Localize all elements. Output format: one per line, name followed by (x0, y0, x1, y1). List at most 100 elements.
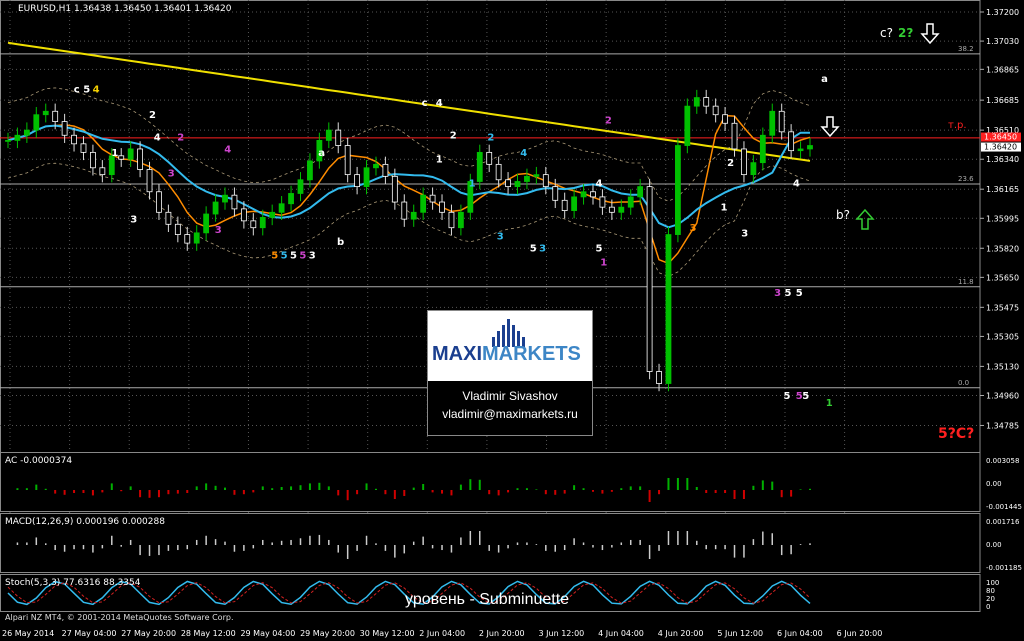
candle-body (174, 223, 181, 235)
indicator-tick-label: 0.003058 (986, 457, 1019, 465)
indicator-tick-label: -0.001185 (986, 564, 1022, 572)
wave-label: 3 (690, 223, 697, 234)
candle-body (52, 110, 59, 122)
wave-label: a (821, 74, 828, 85)
candle-body (193, 232, 200, 244)
time-tick-label: 5 Jun 12:00 (717, 629, 763, 638)
price-tick-label: 1.35820 (986, 244, 1019, 253)
candle-body (439, 201, 445, 213)
wave-label: 2 (177, 132, 184, 143)
candle-body (14, 134, 21, 141)
price-tick-label: 1.34960 (986, 392, 1019, 401)
resistance-label: т.р. (948, 120, 967, 131)
candle-body (552, 186, 559, 201)
wave-label: 1 (721, 203, 728, 214)
candle-body (712, 105, 719, 116)
indicator-tick-label: 20 (986, 595, 995, 603)
candle-body (759, 134, 766, 164)
ohlc-values: 1.36438 1.36450 1.36401 1.36420 (74, 4, 232, 14)
wave-label: 5 (802, 391, 809, 402)
symbol-label: EURUSD,H1 (18, 4, 72, 14)
candle-body (288, 193, 294, 205)
indicator-tick-label: 100 (986, 579, 999, 587)
candle-body (71, 134, 77, 145)
wave-label: b (337, 237, 344, 248)
indicator-tick-label: -0.001445 (986, 503, 1022, 511)
wave-label: 5 (796, 288, 803, 299)
down-arrow-icon (920, 23, 940, 45)
forecast-label: 2? (898, 26, 913, 40)
wave-label: 1 (436, 155, 443, 166)
stoch-header: Stoch(5,3,3) 77.6316 88.3354 (5, 578, 141, 588)
candle-body (90, 151, 96, 169)
candle-body (250, 220, 257, 229)
candle-body (184, 234, 191, 244)
candle-body (382, 163, 389, 177)
price-tick-label: 1.34785 (986, 421, 1019, 430)
candle-body (61, 121, 68, 136)
candle-body (410, 211, 417, 220)
candle-body (297, 179, 304, 194)
wave-label: 2 (450, 131, 457, 142)
candle-body (684, 105, 691, 146)
time-axis: 26 May 2014 27 May 04:00 27 May 20:00 28 Ma… (2, 629, 882, 638)
wave-label: 3 (309, 251, 316, 262)
candles (5, 89, 813, 392)
candle-body (344, 145, 351, 176)
price-tick-label: 1.35995 (986, 214, 1019, 223)
time-tick-label: 29 May 20:00 (300, 629, 355, 638)
candle-body (156, 191, 162, 213)
time-tick-label: 6 Jun 04:00 (777, 629, 823, 638)
candle-body (420, 194, 427, 213)
candle-body (269, 211, 276, 218)
macd-header: MACD(12,26,9) 0.000196 0.000288 (5, 517, 165, 527)
candle-body (495, 163, 502, 181)
price-tick-label: 1.35650 (986, 273, 1019, 282)
indicator-tick-label: 80 (986, 587, 995, 595)
time-tick-label: 30 May 12:00 (360, 629, 415, 638)
candle-body (590, 191, 596, 198)
wave-label: 3 (774, 288, 781, 299)
candle-body (373, 163, 379, 169)
candle-body (741, 148, 747, 176)
candle-body (514, 181, 521, 188)
wave-label: 4 (93, 84, 100, 95)
time-tick-label: 6 Jun 20:00 (837, 629, 883, 638)
candle-body (561, 199, 568, 211)
candle-body (240, 208, 247, 222)
candle-body (807, 145, 813, 150)
forecast-label: b? (836, 208, 850, 222)
wave-label: 5 (530, 244, 537, 255)
wave-label: 3 (497, 232, 504, 243)
candle-body (627, 196, 634, 208)
candle-body (212, 201, 219, 215)
price-tick-label: 1.36865 (986, 65, 1019, 74)
wave-label: 1 (469, 179, 476, 190)
sub-indicators: 0.003058 0.00 -0.001445 0.001716 0.00 -0.0011… (0, 452, 1022, 612)
candle-body (23, 129, 30, 136)
wave-label: 5 (596, 244, 603, 255)
price-tick-label: 1.35475 (986, 303, 1019, 312)
wave-label: 4 (520, 148, 527, 159)
candle-body (656, 371, 662, 384)
indicator-pane (0, 452, 981, 512)
logo-brand-maxi: MAXI (432, 343, 482, 365)
candle-body (750, 162, 757, 176)
candle-body (429, 194, 436, 203)
maximarkets-logo: MAXIMARKETS Vladimir Sivashov vladimir@m… (427, 310, 593, 436)
time-tick-label: 26 May 2014 (2, 629, 54, 638)
candle-body (137, 148, 143, 170)
current-price-box-label: 1.36450 (984, 133, 1017, 142)
candle-body (259, 217, 266, 229)
candle-body (788, 131, 795, 152)
candle-body (33, 114, 40, 131)
candle-body (618, 206, 625, 213)
fib-level-label: 11.8 (958, 278, 974, 286)
wave-label: 3 (741, 228, 748, 239)
time-tick-label: 4 Jun 20:00 (658, 629, 704, 638)
wave-label: 3 (539, 244, 546, 255)
candle-body (307, 160, 313, 181)
candle-body (608, 206, 615, 213)
wave-label: 4 (596, 179, 603, 190)
price-tick-label: 1.35130 (986, 362, 1019, 371)
